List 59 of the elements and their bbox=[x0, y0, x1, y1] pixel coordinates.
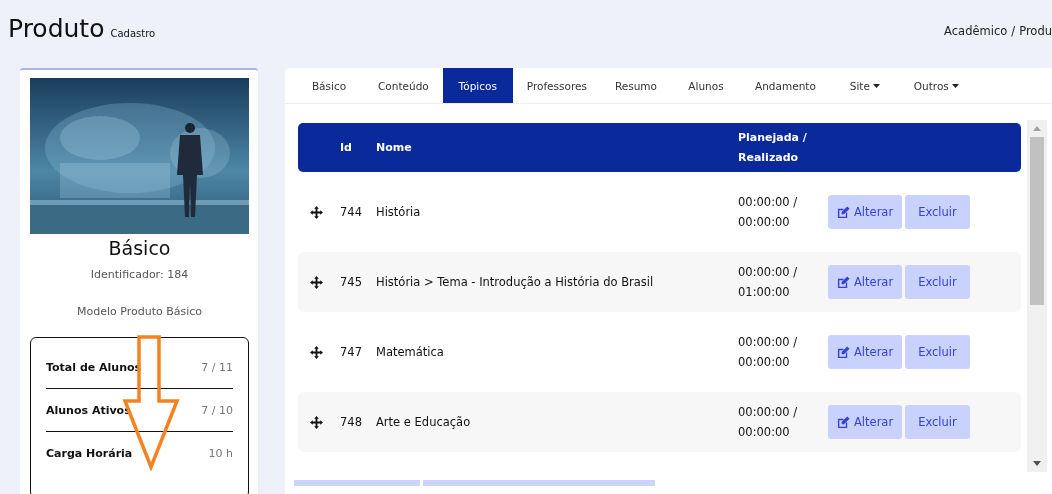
stat-value: 7 / 10 bbox=[201, 403, 233, 417]
planned-time: 00:00:00 / bbox=[738, 404, 799, 421]
topic-id: 745 bbox=[340, 275, 362, 289]
delete-button[interactable]: Excluir bbox=[905, 265, 970, 299]
edit-button[interactable]: Alterar bbox=[828, 195, 903, 229]
done-time: 00:00:00 bbox=[738, 214, 791, 231]
tab[interactable]: Andamento bbox=[741, 68, 830, 103]
tab[interactable]: Tópicos bbox=[442, 68, 513, 103]
edit-icon bbox=[837, 205, 850, 219]
product-identifier: Identificador: 184 bbox=[90, 268, 189, 281]
stat-value: 7 / 11 bbox=[201, 360, 233, 374]
delete-button[interactable]: Excluir bbox=[905, 335, 970, 369]
edit-button[interactable]: Alterar bbox=[828, 265, 903, 299]
tab[interactable]: Alunos bbox=[671, 68, 741, 103]
move-icon[interactable] bbox=[309, 345, 323, 359]
move-icon[interactable] bbox=[309, 415, 323, 429]
tab[interactable]: Conteúdo bbox=[364, 68, 443, 103]
move-icon[interactable] bbox=[309, 205, 323, 219]
edit-icon bbox=[837, 345, 850, 359]
done-time: 00:00:00 bbox=[738, 424, 791, 441]
page-title: Produto bbox=[8, 14, 105, 43]
topic-name: História bbox=[376, 205, 421, 219]
topic-name: Matemática bbox=[376, 345, 444, 359]
move-icon[interactable] bbox=[309, 275, 323, 289]
breadcrumb-separator: / bbox=[1011, 24, 1016, 38]
topic-name: Arte e Educação bbox=[376, 415, 471, 429]
breadcrumb-link[interactable]: Produ bbox=[1019, 24, 1052, 38]
column-header: Planejada / Realizado bbox=[738, 130, 807, 164]
delete-button[interactable]: Excluir bbox=[905, 405, 970, 439]
planned-time: 00:00:00 / bbox=[738, 334, 799, 351]
tab[interactable]: Site bbox=[829, 68, 900, 103]
tab[interactable]: Básico bbox=[294, 68, 364, 103]
tab[interactable]: Professores bbox=[512, 68, 601, 103]
delete-button[interactable]: Excluir bbox=[905, 195, 970, 229]
product-name: Básico bbox=[108, 237, 171, 259]
edit-button[interactable]: Alterar bbox=[828, 335, 903, 369]
edit-button[interactable]: Alterar bbox=[828, 405, 903, 439]
done-time: 01:00:00 bbox=[738, 284, 791, 301]
page-subtitle: Cadastro bbox=[110, 28, 156, 39]
topic-id: 747 bbox=[340, 345, 362, 359]
tab[interactable]: Resumo bbox=[600, 68, 671, 103]
stat-label: Carga Horária bbox=[46, 446, 133, 460]
edit-icon bbox=[837, 275, 850, 289]
topic-name: História > Tema - Introdução a História do Brasil bbox=[376, 275, 654, 289]
planned-time: 00:00:00 / bbox=[738, 194, 799, 211]
topic-id: 748 bbox=[340, 415, 362, 429]
scrollbar-thumb[interactable] bbox=[1030, 137, 1044, 305]
scrollbar[interactable] bbox=[1027, 120, 1047, 472]
done-time: 00:00:00 bbox=[738, 354, 791, 371]
edit-icon bbox=[837, 415, 850, 429]
column-header: Id bbox=[340, 141, 352, 154]
planned-time: 00:00:00 / bbox=[738, 264, 799, 281]
stat-value: 10 h bbox=[208, 446, 233, 460]
tab[interactable]: Outros bbox=[899, 68, 973, 103]
topic-id: 744 bbox=[340, 205, 362, 219]
column-header: Nome bbox=[376, 141, 412, 154]
breadcrumb-link[interactable]: Acadêmico bbox=[944, 24, 1008, 38]
scroll-down-icon[interactable] bbox=[1033, 461, 1041, 466]
product-model: Modelo Produto Básico bbox=[76, 305, 203, 318]
